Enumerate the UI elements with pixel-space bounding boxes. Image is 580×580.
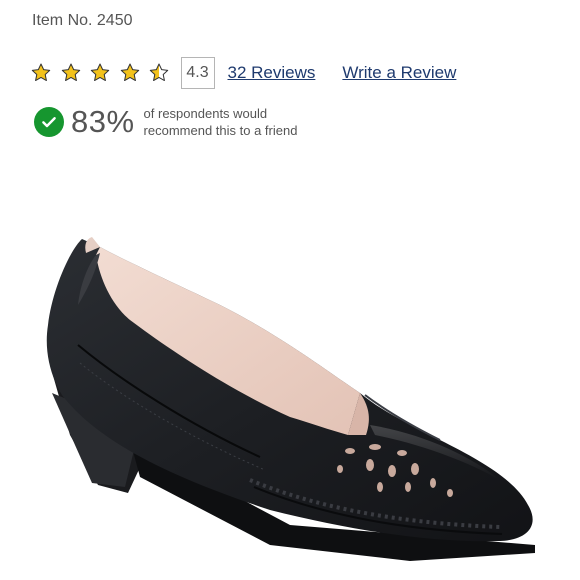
recommendation-summary: 83% of respondents would recommend this …: [34, 104, 297, 140]
recommend-text-line2: recommend this to a friend: [143, 123, 298, 138]
rating-score-badge: 4.3: [180, 57, 215, 89]
shoe-image[interactable]: [30, 225, 550, 580]
star-rating: [30, 62, 178, 84]
page-title-fragment: [0, 0, 580, 4]
rating-row: 4.3 32 Reviews Write a Review: [30, 56, 456, 90]
star-full-icon: [30, 62, 52, 84]
write-review-link[interactable]: Write a Review: [342, 63, 456, 83]
recommend-text-line1: of respondents would: [143, 106, 268, 121]
title-cropped: [32, 0, 242, 2]
reviews-link[interactable]: 32 Reviews: [228, 63, 316, 83]
checkmark-icon: [34, 107, 64, 137]
star-half-icon: [148, 62, 170, 84]
star-full-icon: [60, 62, 82, 84]
item-number: Item No. 2450: [32, 12, 133, 29]
star-full-icon: [89, 62, 111, 84]
recommend-text: of respondents would recommend this to a…: [144, 105, 298, 139]
star-full-icon: [119, 62, 141, 84]
recommend-percent: 83%: [71, 104, 135, 139]
